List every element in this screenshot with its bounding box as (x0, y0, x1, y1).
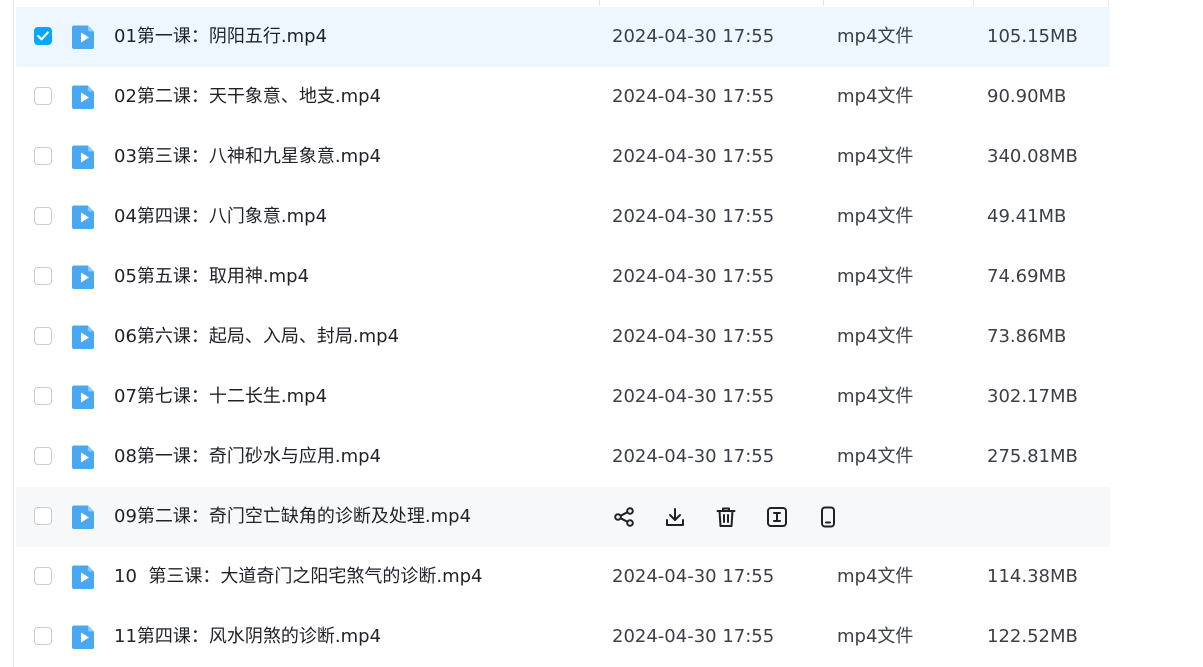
file-size: 122.52MB (987, 626, 1078, 647)
modified-date: 2024-04-30 17:55 (612, 266, 775, 287)
file-name[interactable]: 05第五课：取用神.mp4 (114, 247, 309, 307)
file-type: mp4文件 (837, 626, 914, 647)
row-checkbox[interactable] (34, 27, 52, 45)
row-checkbox[interactable] (34, 87, 52, 105)
row-checkbox[interactable] (34, 507, 52, 525)
file-type: mp4文件 (837, 206, 914, 227)
column-divider-end[interactable] (1108, 0, 1109, 6)
video-file-icon (71, 564, 97, 590)
file-list-window: 01第一课：阴阳五行.mp4 2024-04-30 17:55 mp4文件 105.1… (0, 0, 1203, 667)
file-table-body: 01第一课：阴阳五行.mp4 2024-04-30 17:55 mp4文件 105.1… (16, 7, 1110, 667)
file-size: 74.69MB (987, 266, 1067, 287)
column-divider-date[interactable] (599, 0, 600, 6)
file-name[interactable]: 09第二课：奇门空亡缺角的诊断及处理.mp4 (114, 487, 471, 547)
file-row[interactable]: 01第一课：阴阳五行.mp4 2024-04-30 17:55 mp4文件 105.1… (16, 7, 1110, 67)
download-icon[interactable] (663, 505, 687, 529)
modified-date: 2024-04-30 17:55 (612, 386, 775, 407)
file-row[interactable]: 02第二课：天干象意、地支.mp4 2024-04-30 17:55 mp4文件 90… (16, 67, 1110, 127)
file-size: 340.08MB (987, 146, 1078, 167)
file-row[interactable]: 04第四课：八门象意.mp4 2024-04-30 17:55 mp4文件 49.41… (16, 187, 1110, 247)
file-row[interactable]: 10 第三课：大道奇门之阳宅煞气的诊断.mp4 2024-04-30 17:55 m… (16, 547, 1110, 607)
file-row[interactable]: 03第三课：八神和九星象意.mp4 2024-04-30 17:55 mp4文件 34… (16, 127, 1110, 187)
file-size: 73.86MB (987, 326, 1067, 347)
row-checkbox[interactable] (34, 567, 52, 585)
file-name[interactable]: 06第六课：起局、入局、封局.mp4 (114, 307, 399, 367)
row-checkbox[interactable] (34, 327, 52, 345)
file-type: mp4文件 (837, 566, 914, 587)
video-file-icon (71, 384, 97, 410)
file-name[interactable]: 02第二课：天干象意、地支.mp4 (114, 67, 381, 127)
file-name[interactable]: 08第一课：奇门砂水与应用.mp4 (114, 427, 381, 487)
modified-date: 2024-04-30 17:55 (612, 626, 775, 647)
file-name[interactable]: 03第三课：八神和九星象意.mp4 (114, 127, 381, 187)
row-checkbox[interactable] (34, 627, 52, 645)
row-checkbox[interactable] (34, 387, 52, 405)
video-file-icon (71, 324, 97, 350)
video-file-icon (71, 24, 97, 50)
modified-date: 2024-04-30 17:55 (612, 146, 775, 167)
file-type: mp4文件 (837, 26, 914, 47)
video-file-icon (71, 144, 97, 170)
file-type: mp4文件 (837, 386, 914, 407)
file-row[interactable]: 05第五课：取用神.mp4 2024-04-30 17:55 mp4文件 74.69M… (16, 247, 1110, 307)
file-size: 49.41MB (987, 206, 1067, 227)
file-name[interactable]: 10 第三课：大道奇门之阳宅煞气的诊断.mp4 (114, 547, 482, 607)
video-file-icon (71, 264, 97, 290)
modified-date: 2024-04-30 17:55 (612, 446, 775, 467)
file-row[interactable]: 07第七课：十二长生.mp4 2024-04-30 17:55 mp4文件 302.1… (16, 367, 1110, 427)
file-type: mp4文件 (837, 326, 914, 347)
file-name[interactable]: 07第七课：十二长生.mp4 (114, 367, 327, 427)
file-size: 275.81MB (987, 446, 1078, 467)
video-file-icon (71, 204, 97, 230)
file-type: mp4文件 (837, 446, 914, 467)
list-left-border (13, 0, 14, 667)
file-type: mp4文件 (837, 266, 914, 287)
modified-date: 2024-04-30 17:55 (612, 26, 775, 47)
modified-date: 2024-04-30 17:55 (612, 566, 775, 587)
file-row[interactable]: 08第一课：奇门砂水与应用.mp4 2024-04-30 17:55 mp4文件 27… (16, 427, 1110, 487)
modified-date: 2024-04-30 17:55 (612, 206, 775, 227)
file-size: 114.38MB (987, 566, 1078, 587)
share-icon[interactable] (612, 505, 636, 529)
column-divider-type[interactable] (823, 0, 824, 6)
file-size: 302.17MB (987, 386, 1078, 407)
rename-icon[interactable] (765, 505, 789, 529)
file-name[interactable]: 01第一课：阴阳五行.mp4 (114, 7, 327, 67)
file-row[interactable]: 11第四课：风水阴煞的诊断.mp4 2024-04-30 17:55 mp4文件 12… (16, 607, 1110, 667)
row-checkbox[interactable] (34, 207, 52, 225)
file-row[interactable]: 06第六课：起局、入局、封局.mp4 2024-04-30 17:55 mp4文件 7… (16, 307, 1110, 367)
column-divider-size[interactable] (973, 0, 974, 6)
modified-date: 2024-04-30 17:55 (612, 86, 775, 107)
file-name[interactable]: 04第四课：八门象意.mp4 (114, 187, 327, 247)
video-file-icon (71, 504, 97, 530)
phone-icon[interactable] (816, 505, 840, 529)
modified-date: 2024-04-30 17:55 (612, 326, 775, 347)
video-file-icon (71, 624, 97, 650)
row-checkbox[interactable] (34, 267, 52, 285)
row-checkbox[interactable] (34, 147, 52, 165)
video-file-icon (71, 84, 97, 110)
file-row[interactable]: 09第二课：奇门空亡缺角的诊断及处理.mp4 (16, 487, 1110, 547)
file-name[interactable]: 11第四课：风水阴煞的诊断.mp4 (114, 607, 381, 667)
file-type: mp4文件 (837, 146, 914, 167)
file-type: mp4文件 (837, 86, 914, 107)
file-size: 90.90MB (987, 86, 1067, 107)
video-file-icon (71, 444, 97, 470)
file-size: 105.15MB (987, 26, 1078, 47)
delete-icon[interactable] (714, 505, 738, 529)
row-checkbox[interactable] (34, 447, 52, 465)
